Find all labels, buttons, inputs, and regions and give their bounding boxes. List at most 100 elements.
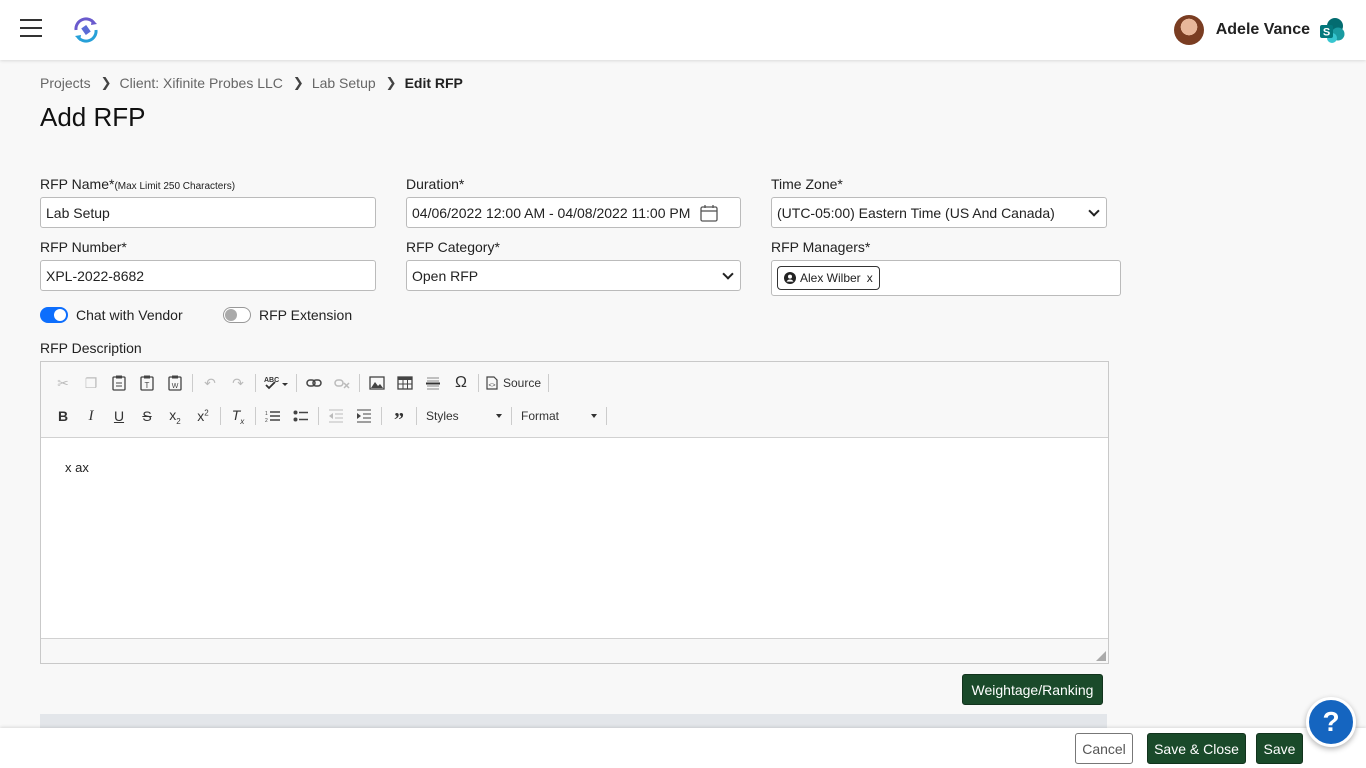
svg-text:ABC: ABC xyxy=(264,377,279,384)
svg-text:W: W xyxy=(172,383,179,390)
rfp-number-label: RFP Number* xyxy=(40,239,127,255)
rfp-category-label: RFP Category* xyxy=(406,239,500,255)
rfp-extension-label: RFP Extension xyxy=(259,307,353,323)
table-icon[interactable] xyxy=(391,370,419,396)
rfp-name-input[interactable]: Lab Setup xyxy=(40,197,376,228)
cancel-button[interactable]: Cancel xyxy=(1075,733,1133,764)
save-button[interactable]: Save xyxy=(1256,733,1303,764)
rfp-name-hint: (Max Limit 250 Characters) xyxy=(114,181,236,192)
bold-icon[interactable]: B xyxy=(49,403,77,429)
underline-icon[interactable]: U xyxy=(105,403,133,429)
source-button[interactable]: <> Source xyxy=(482,370,545,396)
remove-format-icon[interactable]: Tx xyxy=(224,403,252,429)
source-label: Source xyxy=(503,376,542,390)
rfp-name-value: Lab Setup xyxy=(46,204,110,221)
chevron-right-icon: ❯ xyxy=(100,75,112,90)
chat-with-vendor-label: Chat with Vendor xyxy=(76,307,183,323)
page-title: Add RFP xyxy=(40,102,146,132)
breadcrumb-projects[interactable]: Projects xyxy=(40,75,91,91)
editor-content-area[interactable]: x ax xyxy=(41,438,1108,638)
manager-chip: Alex Wilber x xyxy=(777,266,880,290)
breadcrumb: Projects ❯ Client: Xifinite Probes LLC ❯… xyxy=(40,75,463,91)
toggle-switch-off[interactable] xyxy=(223,307,251,323)
bulleted-list-icon[interactable] xyxy=(287,403,315,429)
rfp-number-input[interactable]: XPL-2022-8682 xyxy=(40,260,376,291)
editor-toolbar: ✂ ❐ T W ↶ ↷ ABC Ω <> Source B I U S x2 x… xyxy=(41,362,1108,438)
cut-icon[interactable]: ✂ xyxy=(49,370,77,396)
toolbar-separator xyxy=(296,374,297,392)
copy-icon[interactable]: ❐ xyxy=(77,370,105,396)
paste-icon[interactable] xyxy=(105,370,133,396)
duration-label: Duration* xyxy=(406,176,465,192)
time-zone-select[interactable]: (UTC-05:00) Eastern Time (US And Canada) xyxy=(771,197,1107,228)
rfp-category-select[interactable]: Open RFP xyxy=(406,260,741,291)
subscript-icon[interactable]: x2 xyxy=(161,403,189,429)
svg-text:2: 2 xyxy=(265,418,268,423)
rfp-managers-input[interactable]: Alex Wilber x xyxy=(771,260,1121,296)
sharepoint-icon[interactable]: S xyxy=(1318,16,1346,44)
avatar[interactable] xyxy=(1173,15,1204,45)
caret-down-icon xyxy=(591,414,597,418)
horizontal-line-icon[interactable] xyxy=(419,370,447,396)
rfp-name-label: RFP Name*(Max Limit 250 Characters) xyxy=(40,176,235,192)
duration-input[interactable]: 04/06/2022 12:00 AM - 04/08/2022 11:00 P… xyxy=(406,197,741,228)
toolbar-separator xyxy=(606,407,607,425)
calendar-icon[interactable] xyxy=(700,204,718,222)
hamburger-menu-icon[interactable] xyxy=(20,19,42,37)
caret-down-icon xyxy=(496,414,502,418)
outdent-icon[interactable] xyxy=(322,403,350,429)
app-logo-icon[interactable] xyxy=(70,14,102,46)
toggle-switch-on[interactable] xyxy=(40,307,68,323)
help-button[interactable]: ? xyxy=(1306,697,1356,747)
rich-text-editor: ✂ ❐ T W ↶ ↷ ABC Ω <> Source B I U S x2 x… xyxy=(40,361,1109,664)
undo-icon[interactable]: ↶ xyxy=(196,370,224,396)
remove-manager-icon[interactable]: x xyxy=(867,271,873,285)
format-label: Format xyxy=(521,409,560,423)
superscript-icon[interactable]: x2 xyxy=(189,403,217,429)
styles-label: Styles xyxy=(426,409,459,423)
format-dropdown[interactable]: Format xyxy=(515,405,603,427)
resize-handle-icon[interactable] xyxy=(1096,651,1106,661)
chevron-right-icon: ❯ xyxy=(385,75,397,90)
editor-content-text[interactable]: x ax xyxy=(65,460,89,475)
blockquote-icon[interactable]: ” xyxy=(385,403,413,431)
chevron-down-icon xyxy=(1088,204,1100,217)
duration-value: 04/06/2022 12:00 AM - 04/08/2022 11:00 P… xyxy=(412,204,691,221)
toolbar-separator xyxy=(192,374,193,392)
link-icon[interactable] xyxy=(300,370,328,396)
special-char-icon[interactable]: Ω xyxy=(447,370,475,396)
rfp-extension-toggle[interactable]: RFP Extension xyxy=(223,307,352,323)
paste-text-icon[interactable]: T xyxy=(133,370,161,396)
toolbar-separator xyxy=(255,407,256,425)
rfp-name-label-text: RFP Name* xyxy=(40,176,115,192)
paste-word-icon[interactable]: W xyxy=(161,370,189,396)
time-zone-value: (UTC-05:00) Eastern Time (US And Canada) xyxy=(777,204,1055,221)
chevron-down-icon xyxy=(722,267,734,280)
image-icon[interactable] xyxy=(363,370,391,396)
manager-chip-name: Alex Wilber xyxy=(800,271,861,285)
redo-icon[interactable]: ↷ xyxy=(224,370,252,396)
toolbar-separator xyxy=(318,407,319,425)
time-zone-label: Time Zone* xyxy=(771,176,843,192)
user-name[interactable]: Adele Vance xyxy=(1216,21,1310,39)
toolbar-separator xyxy=(416,407,417,425)
breadcrumb-lab-setup[interactable]: Lab Setup xyxy=(312,75,376,91)
breadcrumb-client[interactable]: Client: Xifinite Probes LLC xyxy=(119,75,282,91)
indent-icon[interactable] xyxy=(350,403,378,429)
spellcheck-icon[interactable]: ABC xyxy=(259,370,293,396)
source-icon: <> xyxy=(486,376,498,390)
user-profile[interactable]: Adele Vance S xyxy=(1173,14,1346,46)
toolbar-separator xyxy=(220,407,221,425)
chat-with-vendor-toggle[interactable]: Chat with Vendor xyxy=(40,307,183,323)
weightage-ranking-button[interactable]: Weightage/Ranking xyxy=(962,674,1103,705)
italic-icon[interactable]: I xyxy=(77,403,105,429)
toolbar-separator xyxy=(548,374,550,392)
styles-dropdown[interactable]: Styles xyxy=(420,405,508,427)
unlink-icon[interactable] xyxy=(328,370,356,396)
strikethrough-icon[interactable]: S xyxy=(133,403,161,429)
editor-statusbar xyxy=(41,638,1108,663)
save-and-close-button[interactable]: Save & Close xyxy=(1147,733,1246,764)
svg-text:T: T xyxy=(145,381,150,390)
rfp-managers-label: RFP Managers* xyxy=(771,239,871,255)
numbered-list-icon[interactable]: 12 xyxy=(259,403,287,429)
